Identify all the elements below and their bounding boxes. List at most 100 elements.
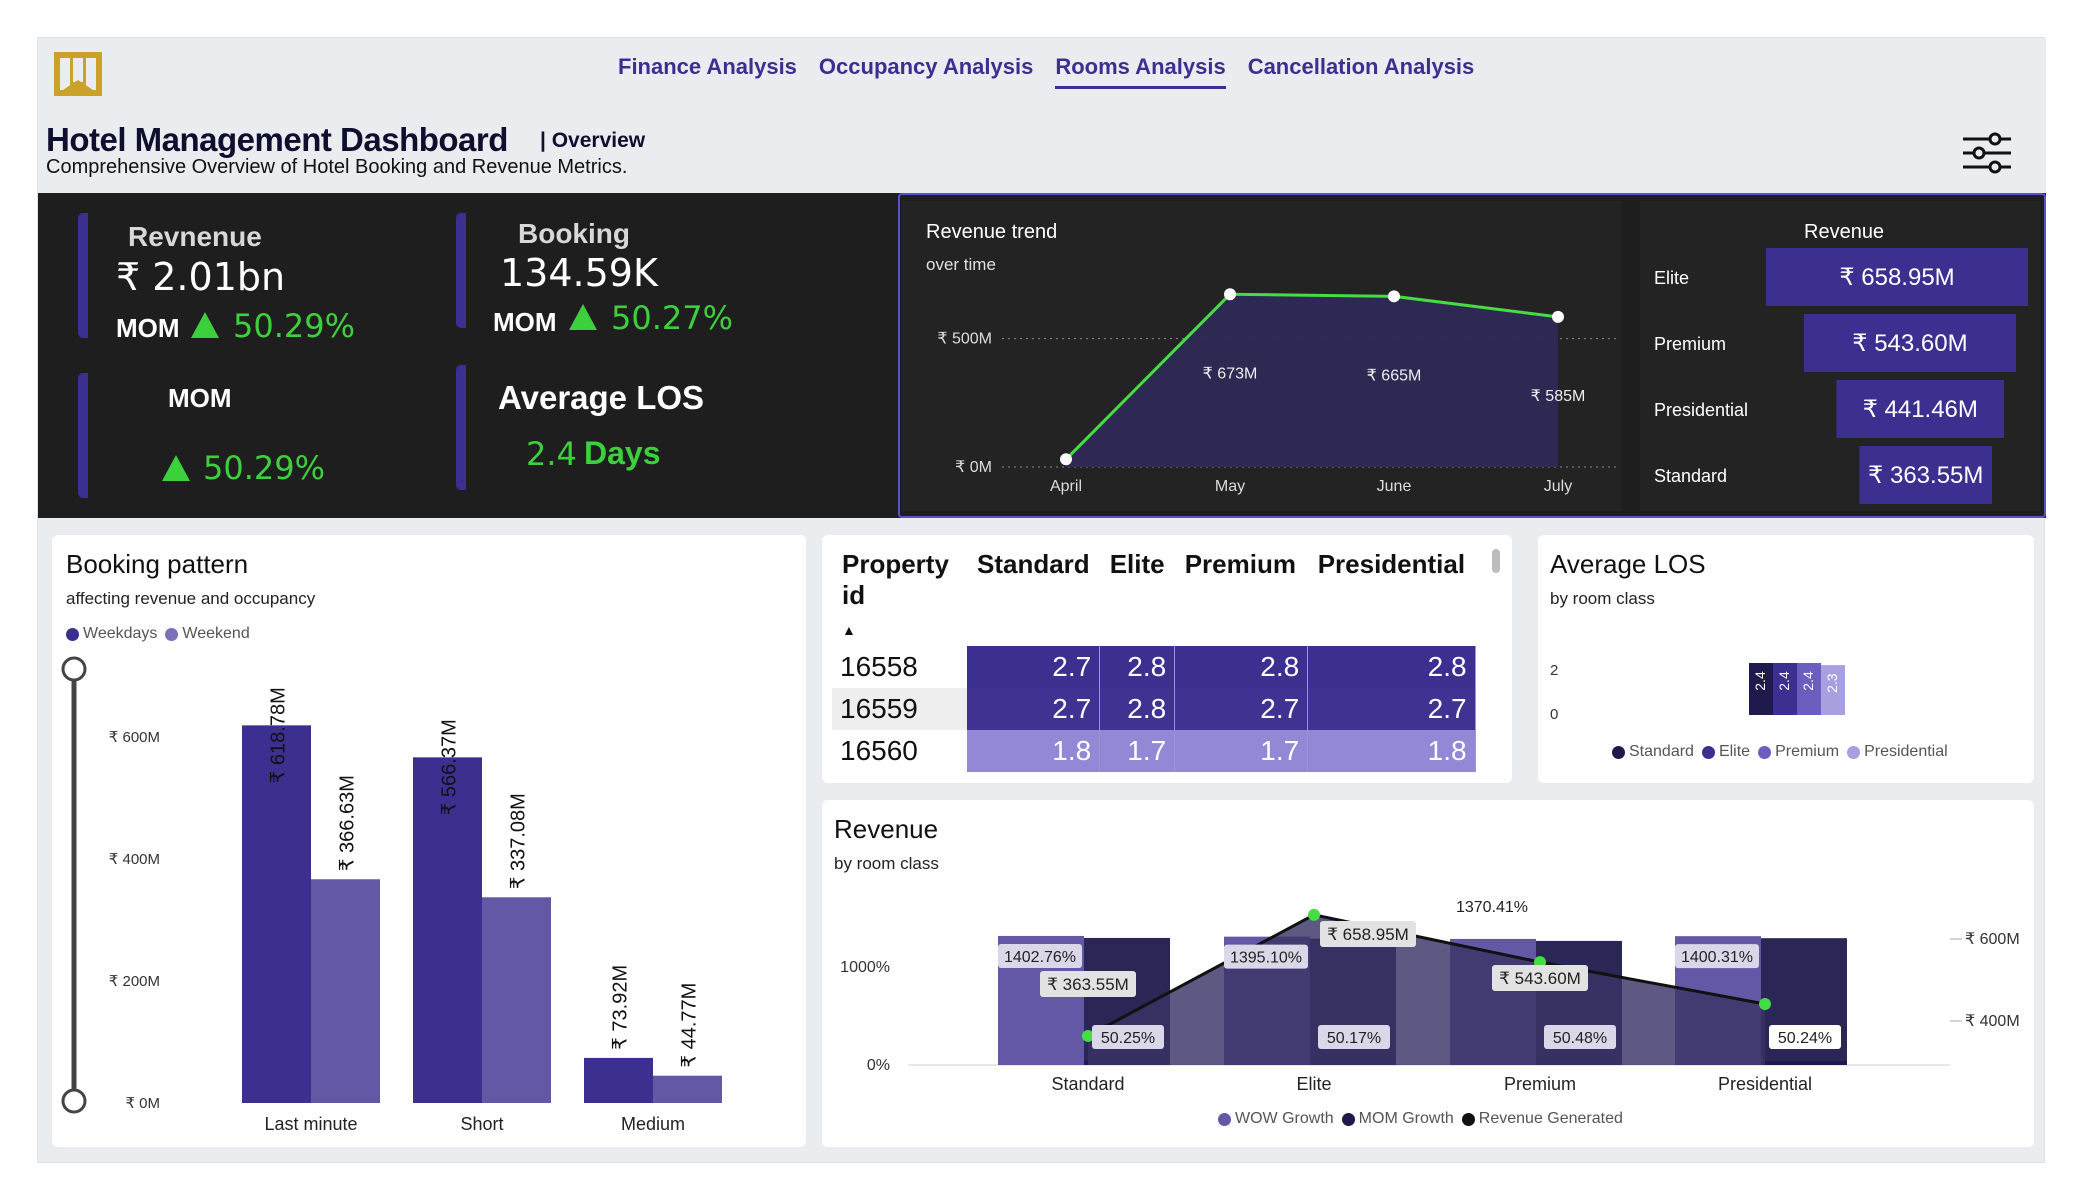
matrix-header-premium[interactable]: Premium	[1175, 545, 1308, 646]
page-description: Comprehensive Overview of Hotel Booking …	[46, 156, 628, 178]
filter-sliders-icon[interactable]	[1961, 131, 2013, 175]
bar-value-label: 2.4	[1752, 671, 1768, 691]
x-tick-label: Presidential	[1718, 1074, 1812, 1094]
matrix-cell-property-id: 16560	[840, 735, 918, 766]
wow-label: 1395.10%	[1230, 950, 1302, 967]
revenue-room-chart: 1000% 0% ₹ 600M ₹ 400M 1402.76% 1395.10% 1370.…	[840, 899, 2019, 1094]
bar-value-label: ₹ 618.78M	[268, 687, 290, 783]
kpi-avg-los-card: Average LOS 2.4 Days	[456, 365, 776, 490]
nav-finance-analysis[interactable]: Finance Analysis	[618, 54, 797, 89]
kpi-avg-los-unit: Days	[584, 435, 661, 471]
kpi-revenue-mom-value: 50.29%	[233, 307, 356, 345]
matrix-cell: 2.8	[1099, 688, 1176, 730]
avg-los-card: Average LOS by room class 2 0 2.4 2.4 2.4 2.3…	[1538, 535, 2034, 783]
legend-premium[interactable]: Premium	[1758, 743, 1839, 761]
y-tick-label: 2	[1550, 662, 1558, 679]
up-arrow-icon	[569, 304, 597, 330]
bar-value-label: ₹ 366.63M	[337, 775, 359, 871]
data-label: ₹ 665M	[1367, 367, 1422, 384]
nav-rooms-analysis[interactable]: Rooms Analysis	[1055, 54, 1226, 89]
revenue-point	[1759, 998, 1771, 1011]
kpi-booking-mom-label: MOM	[493, 307, 557, 337]
revenue-class-value: ₹ 658.95M	[1839, 264, 1954, 291]
matrix-cell: 2.8	[1307, 646, 1476, 688]
matrix-cell: 1.7	[1099, 730, 1176, 772]
bar	[311, 879, 380, 1103]
y-tick-label: ₹ 200M	[109, 973, 160, 990]
matrix-cell-property-id: 16559	[840, 693, 918, 724]
kpi-revenue-value: ₹ 2.01bn	[116, 255, 286, 299]
mom-label: 50.48%	[1553, 1030, 1607, 1047]
up-arrow-icon	[191, 312, 219, 338]
data-point	[1224, 288, 1236, 301]
matrix-cell-property-id: 16558	[840, 651, 918, 682]
revenue-label: ₹ 543.60M	[1499, 969, 1581, 988]
revenue-room-legend: WOW Growth MOM Growth Revenue Generated	[1218, 1110, 1623, 1128]
kpi-avg-los-label: Average LOS	[498, 379, 705, 416]
matrix-cell: 1.8	[967, 730, 1101, 772]
kpi-accent-bar	[456, 213, 466, 328]
revenue-by-class-panel: Revenue Elite ₹ 658.95M Premium ₹ 543.60M Pr…	[1640, 201, 2040, 511]
mom-label: 50.25%	[1101, 1030, 1155, 1047]
x-tick-label: Standard	[1051, 1074, 1124, 1094]
bar-value-label: 2.4	[1800, 671, 1816, 691]
revenue-trend-panel: Revenue trend over time ₹ 500M ₹ 0M April M…	[898, 193, 2046, 518]
legend-revenue-generated[interactable]: Revenue Generated	[1461, 1110, 1623, 1128]
bar-value-label: ₹ 566.37M	[439, 719, 461, 815]
bar-value-label: 2.3	[1824, 673, 1840, 693]
kpi-revenue-mom-label: MOM	[116, 313, 180, 343]
page-nav: Finance Analysis Occupancy Analysis Room…	[618, 54, 1474, 89]
bar	[584, 1057, 653, 1103]
matrix-cell: 2.8	[1099, 646, 1176, 688]
mom-bar-base	[1761, 1061, 1847, 1065]
bar-value-label: ₹ 44.77M	[679, 983, 701, 1068]
legend-wow-growth[interactable]: WOW Growth	[1218, 1110, 1334, 1128]
bar	[653, 1075, 722, 1103]
revenue-trend-chart: ₹ 500M ₹ 0M April May June July ₹ 673M ₹ 665M ₹ …	[937, 288, 1617, 495]
matrix-cell: 1.8	[1307, 730, 1476, 772]
kpi-mom-value: 50.29%	[203, 449, 326, 487]
x-tick-label: April	[1050, 478, 1082, 495]
y-tick-label: 0	[1550, 706, 1558, 723]
wow-label: 1402.76%	[1004, 949, 1076, 966]
matrix-scrollbar[interactable]	[1492, 549, 1500, 573]
revenue-trend-area	[1066, 294, 1558, 467]
legend-presidential[interactable]: Presidential	[1847, 743, 1948, 761]
range-slider-handle-bottom	[61, 1088, 87, 1114]
hotel-logo-icon	[54, 52, 102, 96]
x-tick-label: Medium	[621, 1114, 685, 1134]
booking-pattern-card: Booking pattern affecting revenue and oc…	[52, 535, 806, 1147]
table-row: 16558 2.7 2.8 2.8 2.8	[832, 646, 1476, 688]
legend-standard[interactable]: Standard	[1612, 743, 1694, 761]
matrix-header-standard[interactable]: Standard	[967, 545, 1100, 646]
kpi-booking-label: Booking	[518, 218, 630, 249]
nav-cancellation-analysis[interactable]: Cancellation Analysis	[1248, 54, 1475, 89]
kpi-booking-card: Booking 134.59K MOM 50.27%	[456, 213, 776, 337]
legend-elite[interactable]: Elite	[1701, 743, 1750, 761]
bar-value-label: ₹ 337.08M	[508, 793, 530, 889]
y-tick-label: ₹ 500M	[937, 331, 992, 348]
mom-label: 50.24%	[1778, 1030, 1832, 1047]
x-tick-label: May	[1215, 478, 1245, 495]
y-tick-label: ₹ 600M	[109, 729, 160, 746]
data-point	[1552, 310, 1564, 323]
nav-occupancy-analysis[interactable]: Occupancy Analysis	[819, 54, 1033, 89]
revenue-label: ₹ 658.95M	[1327, 925, 1409, 944]
matrix-header-property-id[interactable]: Property id ▲	[832, 545, 967, 646]
matrix-header-presidential[interactable]: Presidential	[1308, 545, 1475, 646]
matrix-header-row: Property id ▲ Standard Elite Premium Pres…	[832, 545, 1475, 646]
legend-mom-growth[interactable]: MOM Growth	[1341, 1110, 1454, 1128]
matrix-cell: 2.7	[967, 688, 1101, 730]
revenue-class-value: ₹ 441.46M	[1863, 396, 1978, 423]
los-matrix-table: Property id ▲ Standard Elite Premium Pres…	[832, 545, 1476, 772]
revenue-class-label: Presidential	[1654, 400, 1748, 420]
avg-los-legend: Standard Elite Premium Presidential	[1612, 743, 1948, 761]
table-row: 16559 2.7 2.8 2.7 2.7	[832, 688, 1476, 730]
top-bar: Finance Analysis Occupancy Analysis Room…	[38, 38, 2046, 193]
y-tick-label: ₹ 0M	[955, 459, 992, 476]
matrix-header-elite[interactable]: Elite	[1100, 545, 1175, 646]
y-tick-label: 1000%	[840, 959, 890, 976]
dashboard-frame: Finance Analysis Occupancy Analysis Room…	[37, 37, 2046, 1163]
kpi-accent-bar	[456, 365, 466, 490]
revenue-point	[1308, 908, 1320, 921]
